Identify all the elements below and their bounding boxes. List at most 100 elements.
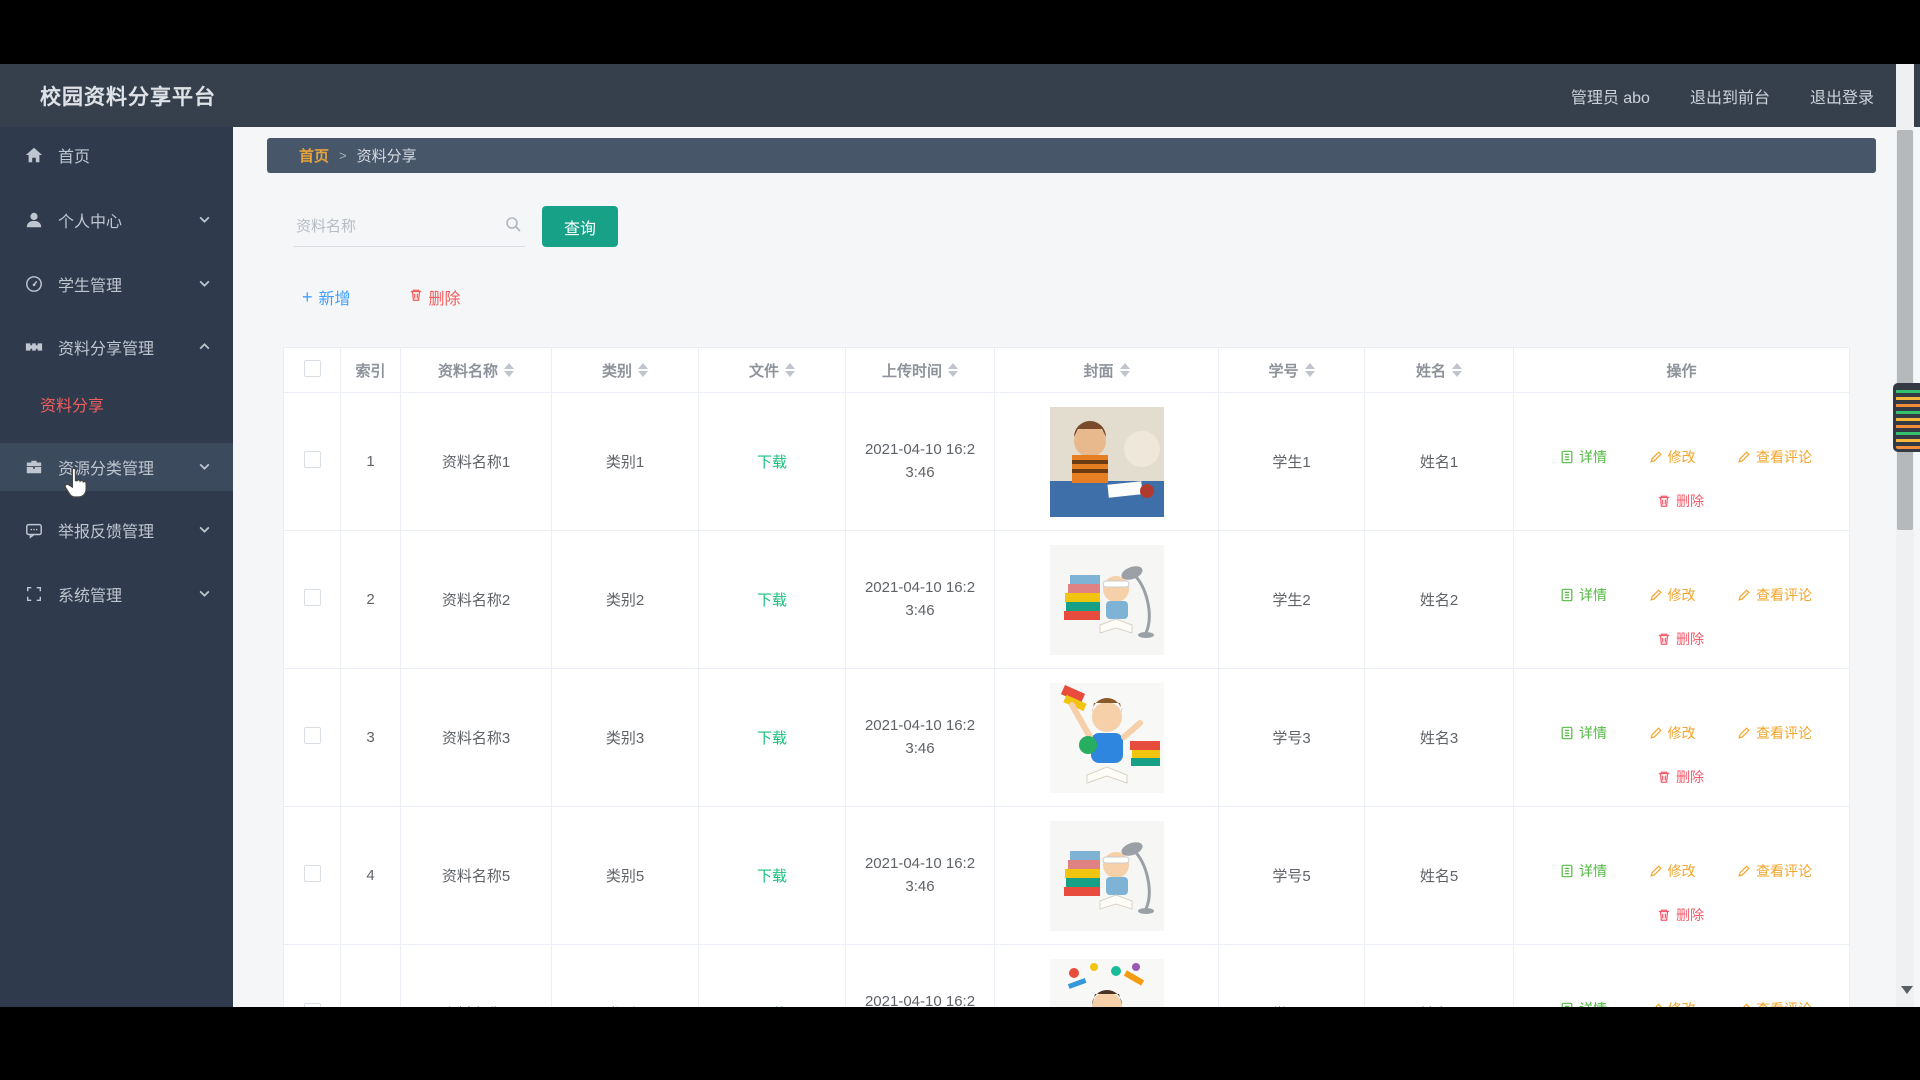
page-title: 校园资料分享平台 [40,85,216,109]
cell-upload-time: 2021-04-10 16:23:46 [864,441,976,481]
cell-upload-time: 2021-04-10 16:23:46 [864,993,976,1007]
scroll-down-arrow-icon[interactable] [1901,986,1913,994]
select-all-checkbox[interactable] [303,359,321,377]
extension-widget[interactable] [1893,383,1920,452]
detail-link[interactable]: 详情 [1560,723,1607,743]
download-link[interactable]: 下载 [757,592,787,609]
view-comments-link[interactable]: 查看评论 [1737,999,1812,1007]
query-button[interactable]: 查询 [542,206,618,247]
table-row: 3 资料名称3 类别3 下载 2021-04-10 16:23:46 学号3 姓… [283,668,1850,807]
detail-link[interactable]: 详情 [1560,999,1607,1007]
table-row: 2 资料名称2 类别2 下载 2021-04-10 16:23:46 学生2 姓… [283,530,1850,669]
add-button[interactable]: + 新增 [302,285,351,309]
row-checkbox[interactable] [303,865,321,882]
app-window: 校园资料分享平台 管理员 abo 退出到前台 退出登录 首页 个人中心 学生管理… [0,64,1920,1007]
header-name[interactable]: 资料名称 [400,347,552,393]
row-checkbox[interactable] [303,1003,321,1007]
chat-icon [24,520,44,540]
view-comments-link[interactable]: 查看评论 [1737,585,1812,605]
row-checkbox[interactable] [303,727,321,744]
cell-category: 类别5 [551,806,699,945]
scrollbar-thumb[interactable] [1897,130,1913,530]
cell-student-id: 学生1 [1218,392,1365,531]
header-student-name[interactable]: 姓名 [1364,347,1514,393]
header-cover[interactable]: 封面 [994,347,1219,393]
download-link[interactable]: 下载 [757,730,787,747]
pencil-icon [1738,450,1750,463]
cell-name: 资料名称1 [400,392,552,531]
row-checkbox[interactable] [303,451,321,468]
sort-icon[interactable] [1452,363,1462,377]
download-link[interactable]: 下载 [757,454,787,471]
download-link[interactable]: 下载 [757,868,787,885]
remove-link[interactable]: 删除 [1657,491,1704,511]
header-student-id[interactable]: 学号 [1218,347,1365,393]
back-to-front-link[interactable]: 退出到前台 [1690,84,1770,108]
cell-student-name: 姓名1 [1364,392,1514,531]
sidebar-item-student-management[interactable]: 学生管理 [0,260,233,308]
table-header-row: 索引 资料名称 类别 文件 上传时间 封面 学号 姓名 操作 [283,347,1850,393]
pencil-icon [1738,864,1750,877]
table-row: 1 资料名称1 类别1 下载 2021-04-10 16:23:46 学生1 姓… [283,392,1850,531]
sort-icon[interactable] [785,363,795,377]
sidebar-item-label: 首页 [58,149,91,166]
sort-icon[interactable] [948,363,958,377]
cover-image [1049,682,1164,793]
edit-link[interactable]: 修改 [1649,861,1696,881]
delete-button[interactable]: 删除 [409,285,461,309]
cell-operations: 详情 修改 查看评论 删除 [1513,392,1850,531]
search-input[interactable] [294,217,488,236]
cell-student-name: 姓名6 [1364,944,1514,1007]
edit-link[interactable]: 修改 [1649,999,1696,1007]
table-row: 5 资料名称6 类别6 下载 2021-04-10 16:23:46 [283,944,1850,1007]
edit-link[interactable]: 修改 [1649,723,1696,743]
header-select-all[interactable] [283,347,341,393]
plus-icon: + [302,287,313,307]
sidebar-subitem-material-share-active[interactable]: 资料分享 [0,380,233,428]
detail-link[interactable]: 详情 [1560,447,1607,467]
admin-user-link[interactable]: 管理员 abo [1571,84,1650,108]
cell-category: 类别1 [551,392,699,531]
detail-link[interactable]: 详情 [1560,861,1607,881]
sort-icon[interactable] [1119,363,1130,377]
sidebar-item-label: 举报反馈管理 [58,524,155,541]
edit-link[interactable]: 修改 [1649,447,1696,467]
logout-link[interactable]: 退出登录 [1810,84,1874,108]
view-comments-link[interactable]: 查看评论 [1737,447,1812,467]
sidebar-item-label: 资源分类管理 [58,461,155,478]
cell-index: 2 [340,530,401,669]
sort-icon[interactable] [1304,363,1315,377]
row-checkbox[interactable] [303,589,321,606]
sidebar-item-resource-category-management[interactable]: 资源分类管理 [0,443,233,491]
detail-link[interactable]: 详情 [1560,585,1607,605]
document-icon [1561,726,1573,739]
header-file[interactable]: 文件 [698,347,846,393]
trash-icon [409,288,423,307]
sort-icon[interactable] [638,363,648,377]
gauge-icon [24,274,44,294]
brackets-icon [24,584,44,604]
sidebar-item-label: 学生管理 [58,278,123,295]
sidebar-item-personal-center[interactable]: 个人中心 [0,196,233,244]
header-category[interactable]: 类别 [551,347,699,393]
remove-link[interactable]: 删除 [1657,629,1704,649]
sort-icon[interactable] [504,363,514,377]
sidebar-item-report-feedback-management[interactable]: 举报反馈管理 [0,506,233,554]
breadcrumb-home-link[interactable]: 首页 [299,145,329,166]
edit-link[interactable]: 修改 [1649,585,1696,605]
cell-name: 资料名称6 [400,944,552,1007]
header-index: 索引 [340,347,401,393]
view-comments-link[interactable]: 查看评论 [1737,723,1812,743]
cell-student-id: 学号5 [1218,806,1365,945]
cell-index: 3 [340,668,401,807]
sidebar-item-system-management[interactable]: 系统管理 [0,570,233,618]
sidebar-item-home[interactable]: 首页 [0,131,233,179]
sidebar-item-material-share-management[interactable]: 资料分享管理 [0,323,233,371]
cell-upload-time: 2021-04-10 16:23:46 [864,855,976,895]
delete-button-label: 删除 [428,291,461,308]
download-link[interactable]: 下载 [757,1006,787,1007]
remove-link[interactable]: 删除 [1657,767,1704,787]
remove-link[interactable]: 删除 [1657,905,1704,925]
view-comments-link[interactable]: 查看评论 [1737,861,1812,881]
header-upload-time[interactable]: 上传时间 [845,347,995,393]
